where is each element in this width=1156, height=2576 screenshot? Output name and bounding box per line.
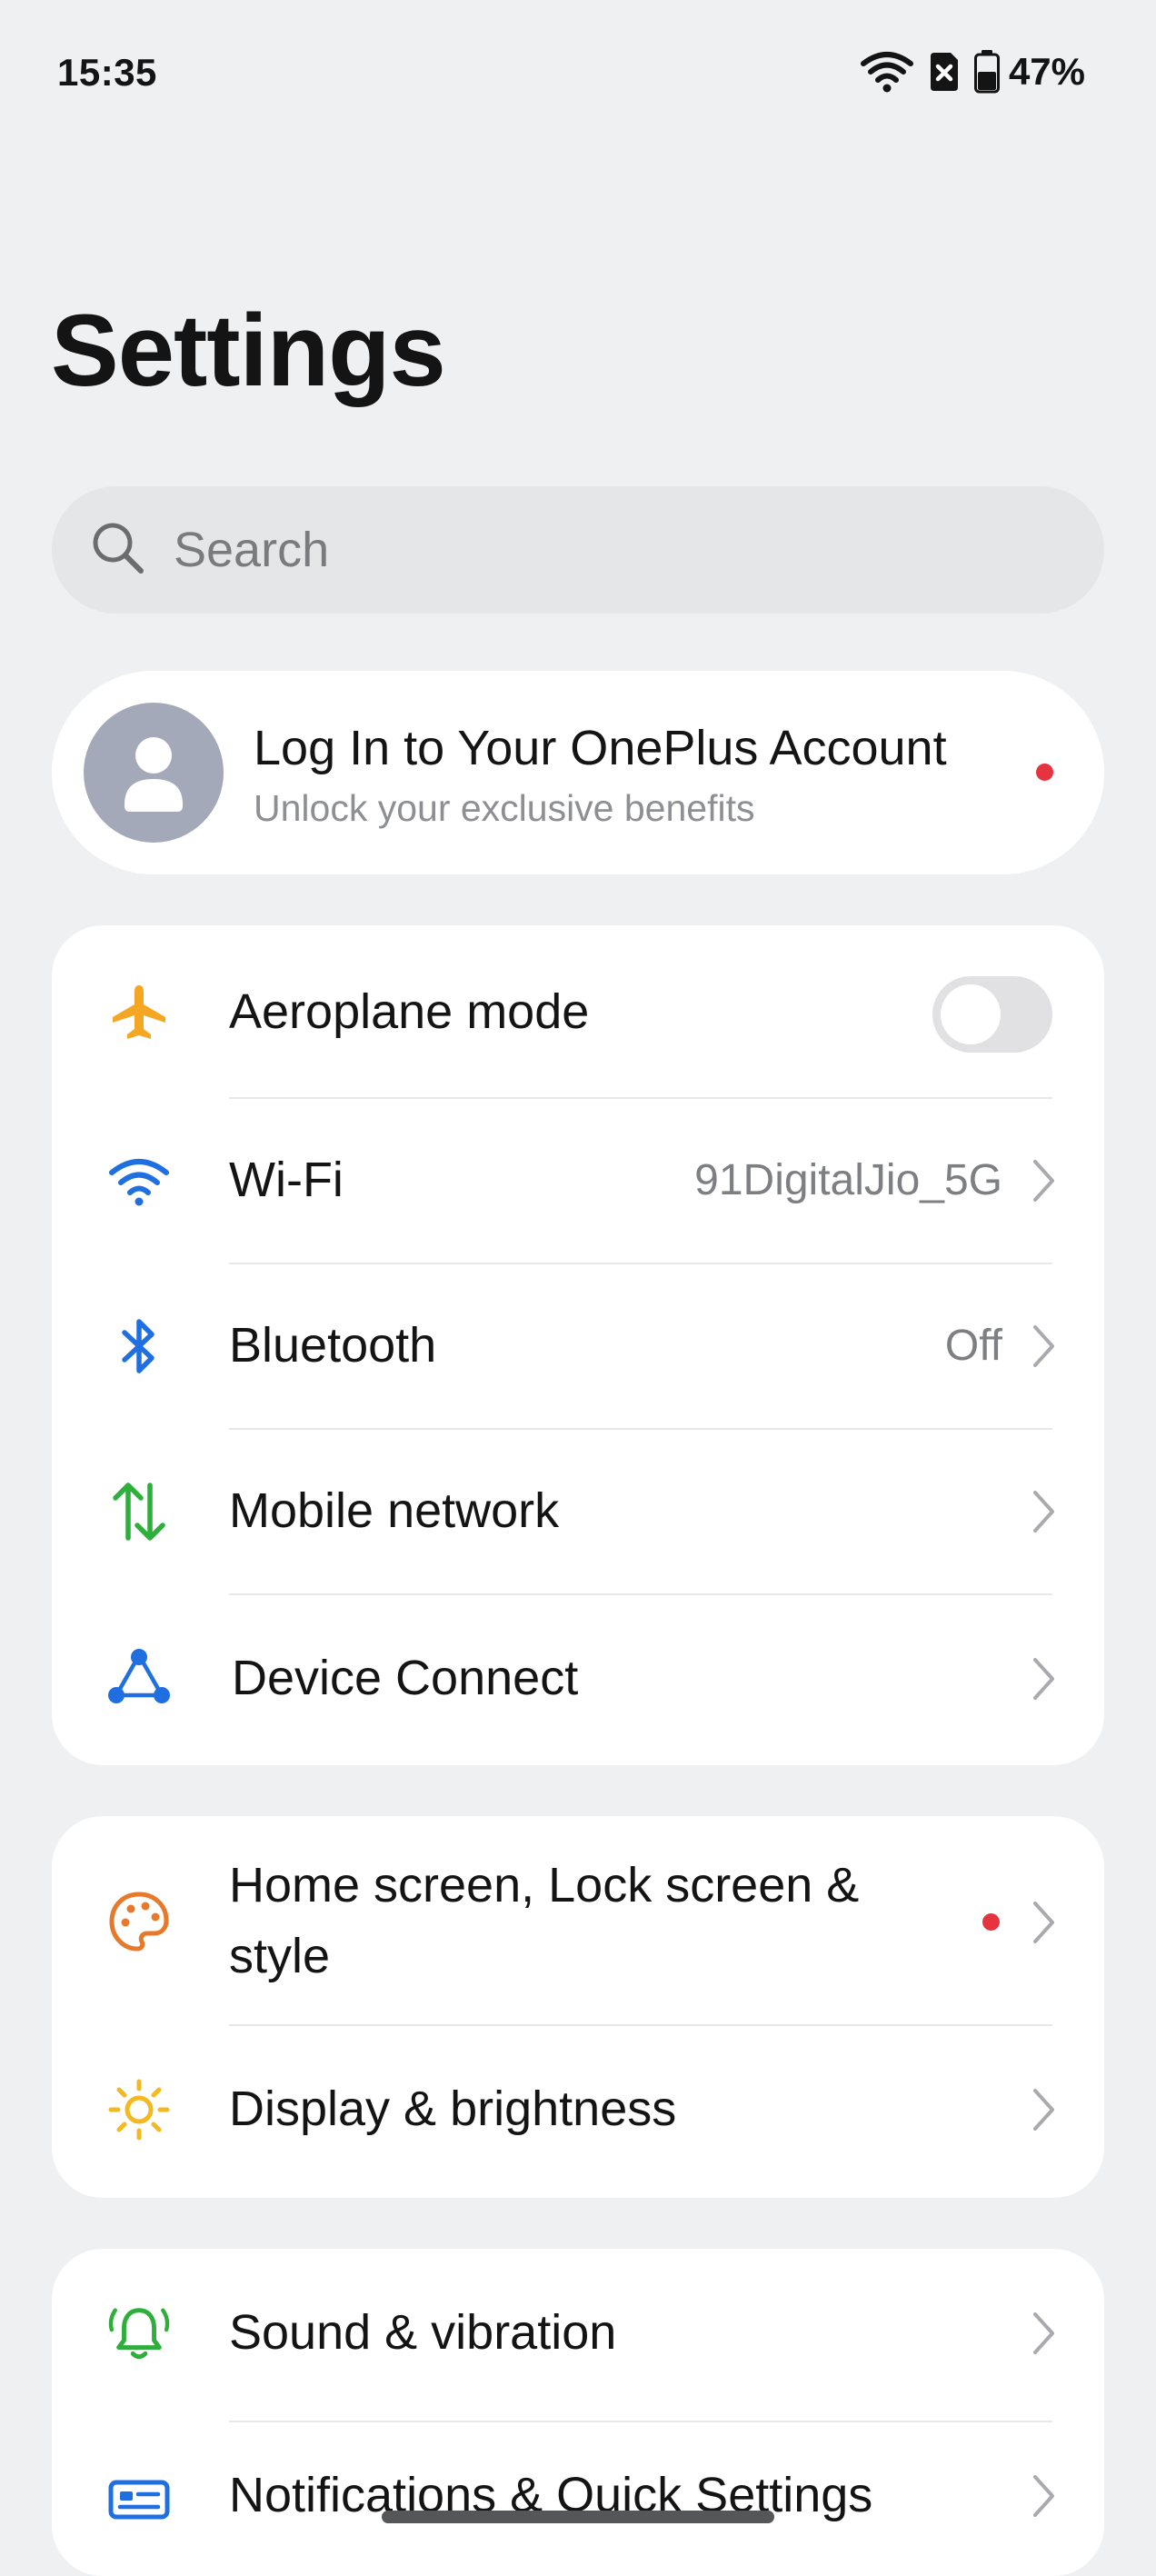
device-connect-label: Device Connect <box>232 1651 579 1705</box>
home-screen-label-line1: Home screen, Lock screen & <box>229 1858 860 1912</box>
sound-vibration-label: Sound & vibration <box>229 2305 617 2360</box>
search-icon <box>90 520 146 581</box>
toggle-knob <box>941 984 1001 1044</box>
account-notification-dot <box>1036 764 1053 781</box>
wifi-label: Wi-Fi <box>229 1153 344 1207</box>
settings-item-aeroplane-mode[interactable]: Aeroplane mode <box>52 925 1104 1098</box>
wifi-icon <box>106 1149 172 1214</box>
settings-item-home-screen-style[interactable]: Home screen, Lock screen & style <box>52 1816 1104 2025</box>
mobile-network-label: Mobile network <box>229 1483 560 1538</box>
settings-item-sound-vibration[interactable]: Sound & vibration <box>52 2249 1104 2421</box>
wifi-icon <box>860 51 914 93</box>
chevron-right-icon <box>1033 2475 1054 2517</box>
battery-percent: 47% <box>1008 50 1085 93</box>
bluetooth-label: Bluetooth <box>229 1318 437 1373</box>
personalization-card: Home screen, Lock screen & style Display… <box>52 1816 1104 2198</box>
no-sim-icon <box>927 51 962 93</box>
settings-item-device-connect[interactable]: Device Connect <box>52 1594 1104 1765</box>
home-screen-label-line2: style <box>229 1929 331 1984</box>
avatar-icon <box>84 703 224 843</box>
chevron-right-icon <box>1033 2312 1054 2354</box>
chevron-right-icon <box>1033 1160 1054 1202</box>
account-subtitle: Unlock your exclusive benefits <box>254 787 755 829</box>
device-connect-icon <box>106 1645 172 1711</box>
settings-item-mobile-network[interactable]: Mobile network <box>52 1429 1104 1594</box>
chevron-right-icon <box>1033 1902 1054 1943</box>
airplane-icon <box>106 979 172 1044</box>
bluetooth-status: Off <box>944 1322 1002 1370</box>
aeroplane-mode-toggle[interactable] <box>932 976 1052 1053</box>
settings-item-wifi[interactable]: Wi-Fi 91DigitalJio_5G <box>52 1098 1104 1263</box>
home-indicator-bar[interactable] <box>382 2511 774 2523</box>
home-screen-label: Home screen, Lock screen & style <box>229 1850 859 1992</box>
chevron-right-icon <box>1033 2089 1054 2131</box>
connectivity-card: Aeroplane mode Wi-Fi 91DigitalJio_5G Blu… <box>52 925 1104 1765</box>
settings-item-display-brightness[interactable]: Display & brightness <box>52 2025 1104 2198</box>
status-icons: 47% <box>860 49 1085 95</box>
status-time: 15:35 <box>57 51 157 94</box>
wifi-network-name: 91DigitalJio_5G <box>694 1156 1002 1204</box>
battery-icon <box>973 50 1000 94</box>
display-brightness-label: Display & brightness <box>229 2082 677 2136</box>
chevron-right-icon <box>1033 1491 1054 1533</box>
settings-item-bluetooth[interactable]: Bluetooth Off <box>52 1263 1104 1429</box>
mobile-data-icon <box>106 1479 172 1544</box>
chevron-right-icon <box>1033 1325 1054 1367</box>
bell-icon <box>106 2300 172 2365</box>
chevron-right-icon <box>1033 1658 1054 1700</box>
account-card[interactable]: Log In to Your OnePlus Account Unlock yo… <box>52 671 1104 874</box>
notification-card-icon <box>106 2467 172 2532</box>
aeroplane-mode-label: Aeroplane mode <box>229 984 590 1039</box>
bluetooth-icon <box>106 1313 172 1379</box>
palette-icon <box>106 1889 172 1954</box>
account-title: Log In to Your OnePlus Account <box>254 721 947 775</box>
settings-item-notifications[interactable]: Notifications & Quick Settings <box>52 2421 1104 2576</box>
page-title: Settings <box>51 294 446 407</box>
status-bar: 15:35 47% <box>0 0 1156 149</box>
search-placeholder: Search <box>174 523 330 577</box>
search-bar[interactable]: Search <box>52 486 1104 614</box>
sound-notifications-card: Sound & vibration Notifications & Quick … <box>52 2249 1104 2576</box>
home-screen-notification-dot <box>982 1913 1000 1931</box>
sun-icon <box>106 2077 172 2142</box>
